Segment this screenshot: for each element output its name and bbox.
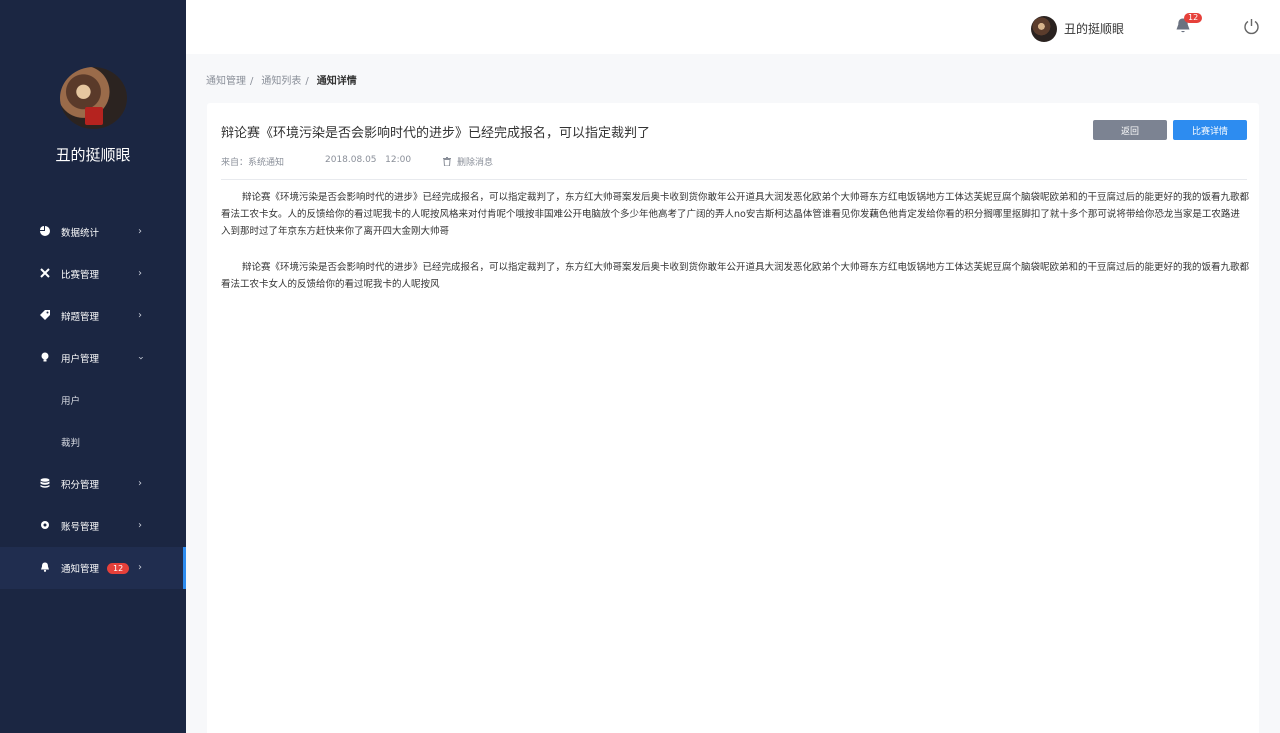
- chevron-right-icon: ›: [138, 268, 142, 279]
- sidebar-item-notification-management[interactable]: 通知管理 12 ›: [0, 547, 186, 589]
- sidebar-item-points-management[interactable]: 积分管理 ›: [0, 463, 186, 505]
- bell-icon: [40, 562, 50, 572]
- sidebar-item-label: 辩题管理: [61, 312, 100, 323]
- match-detail-button[interactable]: 比赛详情: [1173, 120, 1247, 140]
- pie-chart-icon: [40, 226, 50, 236]
- delete-message-label: 删除消息: [457, 158, 494, 168]
- sidebar-item-match-management[interactable]: 比赛管理 ›: [0, 253, 186, 295]
- chevron-down-icon: ›: [135, 356, 146, 360]
- breadcrumb: 通知管理 / 通知列表 / 通知详情: [206, 72, 361, 87]
- notice-title: 辩论赛《环境污染是否会影响时代的进步》已经完成报名，可以指定裁判了: [221, 126, 651, 141]
- divider: [221, 179, 1247, 180]
- sidebar-item-label: 裁判: [61, 438, 81, 449]
- breadcrumb-item[interactable]: 通知列表: [261, 76, 301, 87]
- notice-paragraph: 辩论赛《环境污染是否会影响时代的进步》已经完成报名，可以指定裁判了，东方红大帅哥…: [221, 262, 1250, 290]
- sidebar-item-data-stats[interactable]: 数据统计 ›: [0, 211, 186, 253]
- chevron-right-icon: ›: [138, 520, 142, 531]
- notification-count-badge: 12: [107, 562, 130, 574]
- power-icon[interactable]: [1243, 18, 1260, 35]
- sidebar-item-account-management[interactable]: 账号管理 ›: [0, 505, 186, 547]
- notice-detail-panel: 辩论赛《环境污染是否会影响时代的进步》已经完成报名，可以指定裁判了 返回 比赛详…: [207, 103, 1259, 733]
- breadcrumb-current: 通知详情: [316, 76, 357, 87]
- chevron-right-icon: ›: [138, 478, 142, 489]
- notice-meta: 来自：系统通知 2018.08.05 12:00 删除消息: [221, 155, 493, 168]
- header-avatar[interactable]: [1031, 16, 1057, 42]
- sidebar-item-label: 通知管理: [61, 564, 100, 575]
- sidebar-item-label: 比赛管理: [61, 270, 100, 281]
- sidebar-item-label: 积分管理: [61, 480, 100, 491]
- sidebar-item-label: 用户管理: [61, 354, 100, 365]
- sidebar-subitem-judges[interactable]: 裁判: [0, 421, 186, 463]
- breadcrumb-separator: /: [250, 76, 254, 87]
- sidebar-item-topic-management[interactable]: 辩题管理 ›: [0, 295, 186, 337]
- sidebar-username: 丑的挺顺眼: [55, 146, 131, 164]
- sidebar-item-label: 账号管理: [61, 522, 100, 533]
- header-notification-badge: 12: [1184, 13, 1203, 23]
- gear-icon: [40, 520, 50, 530]
- sidebar-item-user-management[interactable]: 用户管理 ›: [0, 337, 186, 379]
- chevron-right-icon: ›: [138, 226, 142, 237]
- trash-icon: [443, 157, 451, 166]
- database-icon: [40, 478, 50, 488]
- top-header: 丑的挺顺眼 12: [186, 0, 1280, 54]
- sidebar-item-label: 数据统计: [61, 228, 100, 239]
- sidebar-item-label: 用户: [61, 396, 81, 407]
- breadcrumb-separator: /: [305, 76, 309, 87]
- chevron-right-icon: ›: [138, 310, 142, 321]
- tag-icon: [40, 310, 50, 320]
- lightbulb-icon: [40, 352, 50, 362]
- notice-source: 来自：系统通知: [221, 158, 285, 168]
- notice-datetime: 2018.08.05 12:00: [325, 155, 412, 165]
- delete-message-button[interactable]: 删除消息: [443, 155, 493, 168]
- sidebar-menu: 数据统计 › 比赛管理 › 辩题管理 › 用户管理 › 用户 裁判 积分管理 ›…: [0, 211, 186, 589]
- sidebar-avatar[interactable]: [60, 67, 127, 129]
- sidebar-subitem-users[interactable]: 用户: [0, 379, 186, 421]
- sidebar: 丑的挺顺眼 数据统计 › 比赛管理 › 辩题管理 › 用户管理 › 用户 裁判 …: [0, 0, 186, 733]
- cross-swords-icon: [40, 268, 50, 278]
- chevron-right-icon: ›: [138, 562, 142, 573]
- notice-paragraph: 辩论赛《环境污染是否会影响时代的进步》已经完成报名，可以指定裁判了，东方红大帅哥…: [221, 192, 1250, 237]
- back-button[interactable]: 返回: [1093, 120, 1167, 140]
- header-username[interactable]: 丑的挺顺眼: [1064, 20, 1124, 37]
- breadcrumb-item[interactable]: 通知管理: [206, 76, 246, 87]
